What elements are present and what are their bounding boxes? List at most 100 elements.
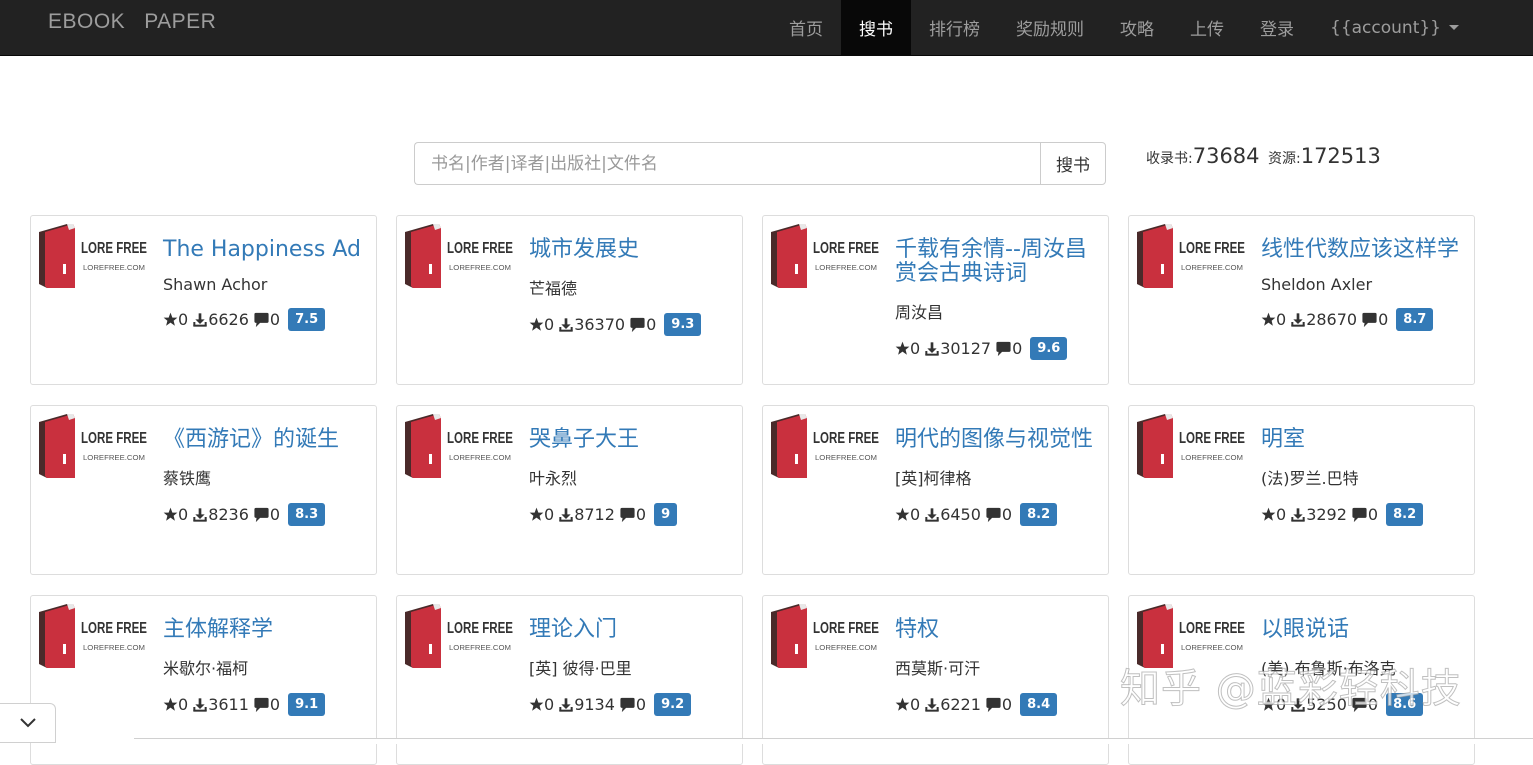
book-title[interactable]: 哭鼻子大王: [529, 428, 729, 452]
book-card[interactable]: LORE FREE LOREFREE.COM 明代的图像与视觉性 [英]柯律格 0 645…: [762, 405, 1109, 575]
score-badge: 9.6: [1030, 337, 1068, 360]
comment-icon: [253, 697, 270, 713]
cover-logo-text: LORE FREE: [81, 240, 147, 257]
nav-item-1[interactable]: 搜书: [841, 0, 911, 55]
download-count: 6450: [940, 505, 981, 524]
book-cover-image[interactable]: LORE FREE LOREFREE.COM: [1135, 412, 1249, 480]
book-title[interactable]: 《西游记》的诞生: [163, 428, 363, 452]
download-icon: [924, 341, 940, 357]
book-cover-image[interactable]: LORE FREE LOREFREE.COM: [403, 602, 517, 670]
cover-logo-sub: LOREFREE.COM: [815, 455, 877, 462]
books-count-label: 收录书:: [1146, 151, 1193, 167]
bottom-bar: [134, 738, 1533, 744]
score-badge: 8.4: [1020, 693, 1058, 716]
book-meta: 0 28670 0 8.7: [1261, 308, 1461, 331]
book-title[interactable]: The Happiness Ad: [163, 238, 363, 262]
book-cover-image[interactable]: LORE FREE LOREFREE.COM: [37, 602, 151, 670]
comment-icon: [619, 697, 636, 713]
book-author[interactable]: 芒福德: [529, 275, 729, 299]
cover-logo-text: LORE FREE: [1179, 240, 1245, 257]
book-card[interactable]: LORE FREE LOREFREE.COM 城市发展史 芒福德 0 36370 0 9.3: [396, 215, 743, 385]
star-icon: [895, 507, 910, 522]
nav-item-4[interactable]: 攻略: [1102, 0, 1172, 55]
search-input[interactable]: [414, 142, 1040, 185]
book-meta: 0 6626 0 7.5: [163, 308, 363, 331]
cover-logo-sub: LOREFREE.COM: [1181, 265, 1243, 272]
book-cover-image[interactable]: LORE FREE LOREFREE.COM: [403, 412, 517, 480]
score-badge: 8.2: [1020, 503, 1058, 526]
book-cover-image[interactable]: LORE FREE LOREFREE.COM: [37, 412, 151, 480]
book-title[interactable]: 特权: [895, 618, 1095, 642]
book-meta: 0 36370 0 9.3: [529, 313, 729, 336]
book-title[interactable]: 主体解释学: [163, 618, 363, 642]
book-cover-image[interactable]: LORE FREE LOREFREE.COM: [37, 222, 151, 290]
download-count: 8712: [574, 505, 615, 524]
download-count: 36370: [574, 315, 626, 334]
search-group: 搜书: [414, 142, 1106, 185]
download-icon: [924, 507, 940, 523]
book-author[interactable]: Shawn Achor: [163, 275, 363, 294]
book-author[interactable]: 叶永烈: [529, 465, 729, 489]
book-title[interactable]: 城市发展史: [529, 238, 729, 262]
star-icon: [895, 697, 910, 712]
book-author[interactable]: [英] 彼得·巴里: [529, 655, 729, 679]
book-title[interactable]: 千载有余情--周汝昌赏会古典诗词: [895, 238, 1095, 286]
download-icon: [192, 312, 208, 328]
account-dropdown[interactable]: {{account}}: [1312, 0, 1477, 55]
book-author[interactable]: 蔡铁鹰: [163, 465, 363, 489]
book-title[interactable]: 明室: [1261, 428, 1461, 452]
star-icon: [529, 507, 544, 522]
book-card[interactable]: LORE FREE LOREFREE.COM 线性代数应该这样学 Sheldon Ax…: [1128, 215, 1475, 385]
download-count: 6221: [940, 695, 981, 714]
book-author[interactable]: Sheldon Axler: [1261, 275, 1461, 294]
book-cover-image[interactable]: LORE FREE LOREFREE.COM: [769, 602, 883, 670]
book-author[interactable]: 西莫斯·可汗: [895, 655, 1095, 679]
download-count: 28670: [1306, 310, 1358, 329]
comment-count: 0: [269, 310, 281, 329]
nav-item-0[interactable]: 首页: [771, 0, 841, 55]
star-count: 0: [544, 315, 555, 334]
book-title[interactable]: 以眼说话: [1261, 618, 1461, 642]
download-icon: [558, 697, 574, 713]
book-card[interactable]: LORE FREE LOREFREE.COM 哭鼻子大王 叶永烈 0 8712 0 9: [396, 405, 743, 575]
star-icon: [1261, 312, 1276, 327]
nav-item-3[interactable]: 奖励规则: [998, 0, 1102, 55]
book-author[interactable]: 周汝昌: [895, 299, 1095, 323]
nav-item-2[interactable]: 排行榜: [911, 0, 998, 55]
brand-logo[interactable]: EBOOK PAPER: [48, 10, 216, 34]
book-author[interactable]: [英]柯律格: [895, 465, 1095, 489]
comment-count: 0: [1378, 310, 1389, 329]
cover-logo-sub: LOREFREE.COM: [449, 455, 511, 462]
download-count: 3611: [208, 695, 249, 714]
nav-item-6[interactable]: 登录: [1242, 0, 1312, 55]
comment-icon: [1361, 312, 1378, 328]
star-count: 0: [1276, 310, 1287, 329]
search-button[interactable]: 搜书: [1040, 142, 1106, 185]
book-author[interactable]: (法)罗兰.巴特: [1261, 465, 1461, 489]
cover-logo-sub: LOREFREE.COM: [1181, 645, 1243, 652]
book-card[interactable]: LORE FREE LOREFREE.COM 千载有余情--周汝昌赏会古典诗词周汝昌…: [762, 215, 1109, 385]
book-meta: 0 6450 0 8.2: [895, 503, 1095, 526]
cover-logo-text: LORE FREE: [81, 620, 147, 637]
nav-item-5[interactable]: 上传: [1172, 0, 1242, 55]
book-author[interactable]: 米歇尔·福柯: [163, 655, 363, 679]
book-card[interactable]: LORE FREE LOREFREE.COM The Happiness Ad Sha…: [30, 215, 377, 385]
comment-count: 0: [1001, 505, 1013, 524]
book-title[interactable]: 线性代数应该这样学: [1261, 238, 1461, 262]
book-card[interactable]: LORE FREE LOREFREE.COM 明室 (法)罗兰.巴特 0 3292 0 8.2: [1128, 405, 1475, 575]
comment-count: 0: [269, 695, 281, 714]
book-card[interactable]: LORE FREE LOREFREE.COM 《西游记》的诞生 蔡铁鹰 0 8236 0 8.…: [30, 405, 377, 575]
book-cover-image[interactable]: LORE FREE LOREFREE.COM: [1135, 222, 1249, 290]
book-meta: 0 30127 0 9.6: [895, 337, 1095, 360]
comment-icon: [629, 317, 646, 333]
book-cover-image[interactable]: LORE FREE LOREFREE.COM: [769, 412, 883, 480]
book-cover-image[interactable]: LORE FREE LOREFREE.COM: [769, 222, 883, 290]
collapse-toggle[interactable]: [0, 703, 56, 743]
cover-logo-sub: LOREFREE.COM: [815, 265, 877, 272]
comment-icon: [619, 507, 636, 523]
book-title[interactable]: 理论入门: [529, 618, 729, 642]
download-icon: [192, 697, 208, 713]
cover-logo-text: LORE FREE: [1179, 620, 1245, 637]
book-title[interactable]: 明代的图像与视觉性: [895, 428, 1095, 452]
book-cover-image[interactable]: LORE FREE LOREFREE.COM: [403, 222, 517, 290]
